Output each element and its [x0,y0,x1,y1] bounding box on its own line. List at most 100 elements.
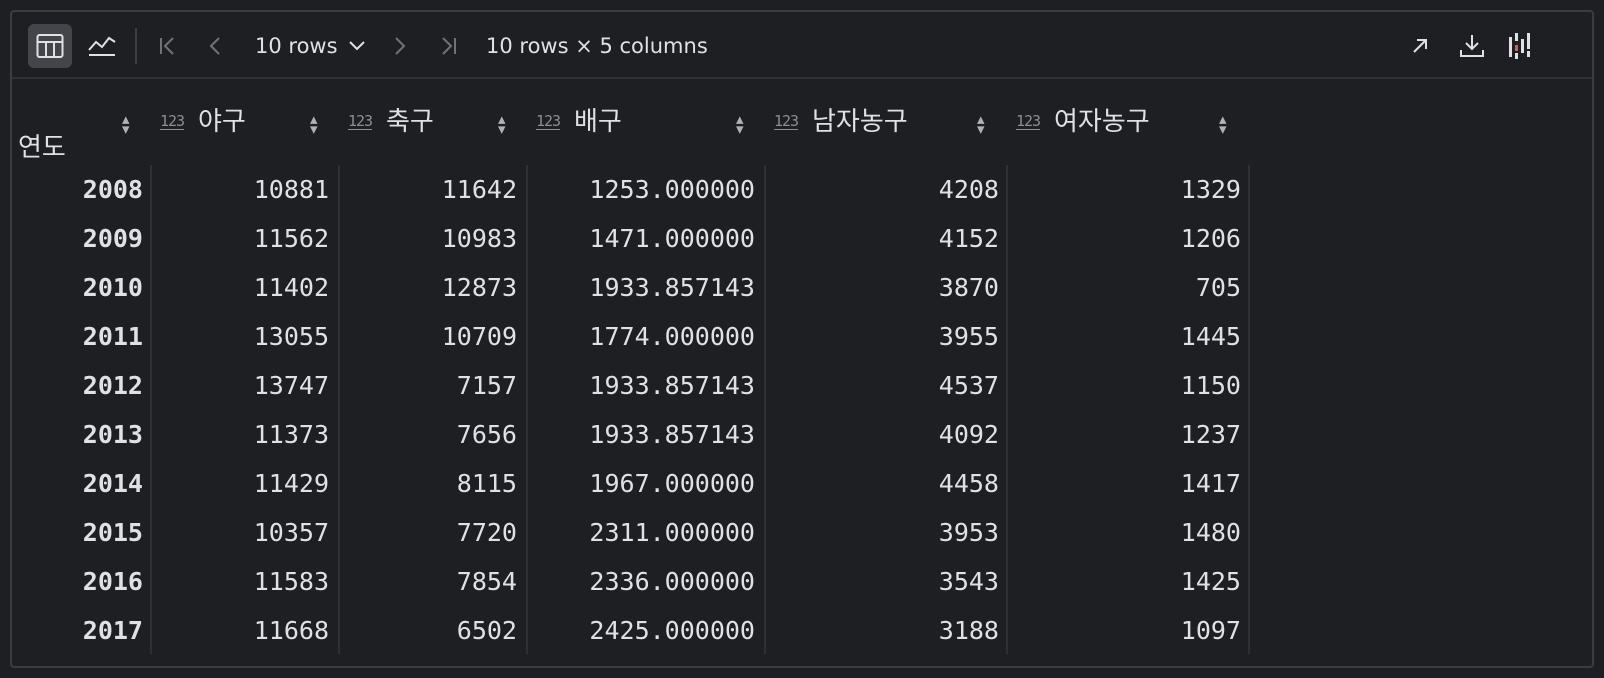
column-name: 축구 [386,107,434,137]
table-dimensions: 10 rows × 5 columns [486,34,708,58]
table-row[interactable]: 2014 11429 8115 1967.000000 4458 1417 [12,459,1252,508]
index-cell: 2012 [82,371,143,400]
sort-icon[interactable]: ▴ ▾ [977,112,985,137]
table-cell: 10881 [253,175,329,204]
table-icon [36,34,64,58]
toolbar: 10 rows 10 rows × 5 columns [12,12,1592,79]
table-row[interactable]: 2011 13055 10709 1774.000000 3955 1445 [12,312,1252,361]
index-cell: 2016 [82,567,143,596]
table-cell: 3953 [938,518,999,547]
table-view-button[interactable] [28,24,72,68]
table-cell: 11668 [253,616,329,645]
table-cell: 1933.857143 [589,420,755,449]
table-row[interactable]: 2017 11668 6502 2425.000000 3188 1097 [12,606,1252,655]
sort-icon[interactable]: ▴ ▾ [498,112,506,137]
table-cell: 1097 [1180,616,1241,645]
table-cell: 11402 [253,273,329,302]
numeric-type-icon: 123 [1016,112,1041,130]
index-column-header[interactable]: 연도 ▴ ▾ [12,79,150,165]
table-cell: 3870 [938,273,999,302]
sort-icon[interactable]: ▴ ▾ [1219,112,1227,137]
table-row[interactable]: 2010 11402 12873 1933.857143 3870 705 [12,263,1252,312]
download-button[interactable] [1458,32,1486,60]
download-icon [1460,35,1484,57]
table-row[interactable]: 2015 10357 7720 2311.000000 3953 1480 [12,508,1252,557]
table-cell: 13747 [253,371,329,400]
table-cell: 4537 [938,371,999,400]
table-cell: 1329 [1180,175,1241,204]
table-cell: 7157 [456,371,517,400]
table-cell: 4152 [938,224,999,253]
table-cell: 1237 [1180,420,1241,449]
table-cell: 3543 [938,567,999,596]
toolbar-divider [135,28,137,64]
index-cell: 2015 [82,518,143,547]
table-cell: 1774.000000 [589,322,755,351]
column-header-2[interactable]: 123 배구 ▴ ▾ [528,79,764,165]
table-cell: 1253.000000 [589,175,755,204]
table-cell: 1445 [1180,322,1241,351]
table-cell: 10709 [441,322,517,351]
sort-icon[interactable]: ▴ ▾ [736,112,744,137]
chart-view-button[interactable] [80,24,124,68]
column-header-4[interactable]: 123 여자농구 ▴ ▾ [1008,79,1248,165]
sort-icon[interactable]: ▴ ▾ [310,112,318,137]
last-page-button[interactable] [436,34,460,58]
column-header-3[interactable]: 123 남자농구 ▴ ▾ [766,79,1006,165]
index-cell: 2009 [82,224,143,253]
numeric-type-icon: 123 [774,112,799,130]
table-cell: 13055 [253,322,329,351]
table-cell: 1425 [1180,567,1241,596]
table-cell: 11429 [253,469,329,498]
table-cell: 3188 [938,616,999,645]
table-row[interactable]: 2012 13747 7157 1933.857143 4537 1150 [12,361,1252,410]
column-header-0[interactable]: 123 야구 ▴ ▾ [152,79,338,165]
data-table: 연도 ▴ ▾ 123 야구 ▴ ▾ 123 축구 ▴ ▾ 123 배구 ▴ ▾ 123 … [12,79,1592,668]
numeric-type-icon: 123 [348,112,373,130]
rows-per-page-label: 10 rows [255,34,338,58]
numeric-type-icon: 123 [536,112,561,130]
table-cell: 6502 [456,616,517,645]
last-page-icon [442,37,456,55]
table-cell: 11642 [441,175,517,204]
table-cell: 10983 [441,224,517,253]
table-row[interactable]: 2008 10881 11642 1253.000000 4208 1329 [12,165,1252,214]
column-name: 배구 [574,107,622,137]
column-name: 야구 [198,107,246,137]
table-cell: 10357 [253,518,329,547]
table-cell: 1933.857143 [589,371,755,400]
table-cell: 1417 [1180,469,1241,498]
column-settings-button[interactable] [1506,32,1534,60]
line-chart-icon [88,36,116,56]
table-cell: 1967.000000 [589,469,755,498]
prev-page-icon [209,37,220,55]
table-cell: 12873 [441,273,517,302]
table-cell: 7854 [456,567,517,596]
table-cell: 11562 [253,224,329,253]
prev-page-button[interactable] [204,34,228,58]
table-cell: 4458 [938,469,999,498]
table-row[interactable]: 2013 11373 7656 1933.857143 4092 1237 [12,410,1252,459]
table-cell: 7656 [456,420,517,449]
table-row[interactable]: 2016 11583 7854 2336.000000 3543 1425 [12,557,1252,606]
next-page-icon [395,37,406,55]
table-cell: 2336.000000 [589,567,755,596]
index-cell: 2017 [82,616,143,645]
first-page-button[interactable] [156,34,180,58]
table-cell: 11583 [253,567,329,596]
table-cell: 8115 [456,469,517,498]
first-page-icon [160,37,174,55]
next-page-button[interactable] [387,34,411,58]
index-cell: 2011 [82,322,143,351]
column-header-1[interactable]: 123 축구 ▴ ▾ [340,79,526,165]
rows-per-page-select[interactable]: 10 rows [255,29,366,63]
table-cell: 1471.000000 [589,224,755,253]
table-cell: 1933.857143 [589,273,755,302]
column-name: 여자농구 [1054,107,1150,137]
table-row[interactable]: 2009 11562 10983 1471.000000 4152 1206 [12,214,1252,263]
table-cell: 1206 [1180,224,1241,253]
open-external-button[interactable] [1406,32,1434,60]
index-column-name: 연도 [18,133,66,163]
sort-icon[interactable]: ▴ ▾ [122,112,130,137]
column-name: 남자농구 [812,107,908,137]
